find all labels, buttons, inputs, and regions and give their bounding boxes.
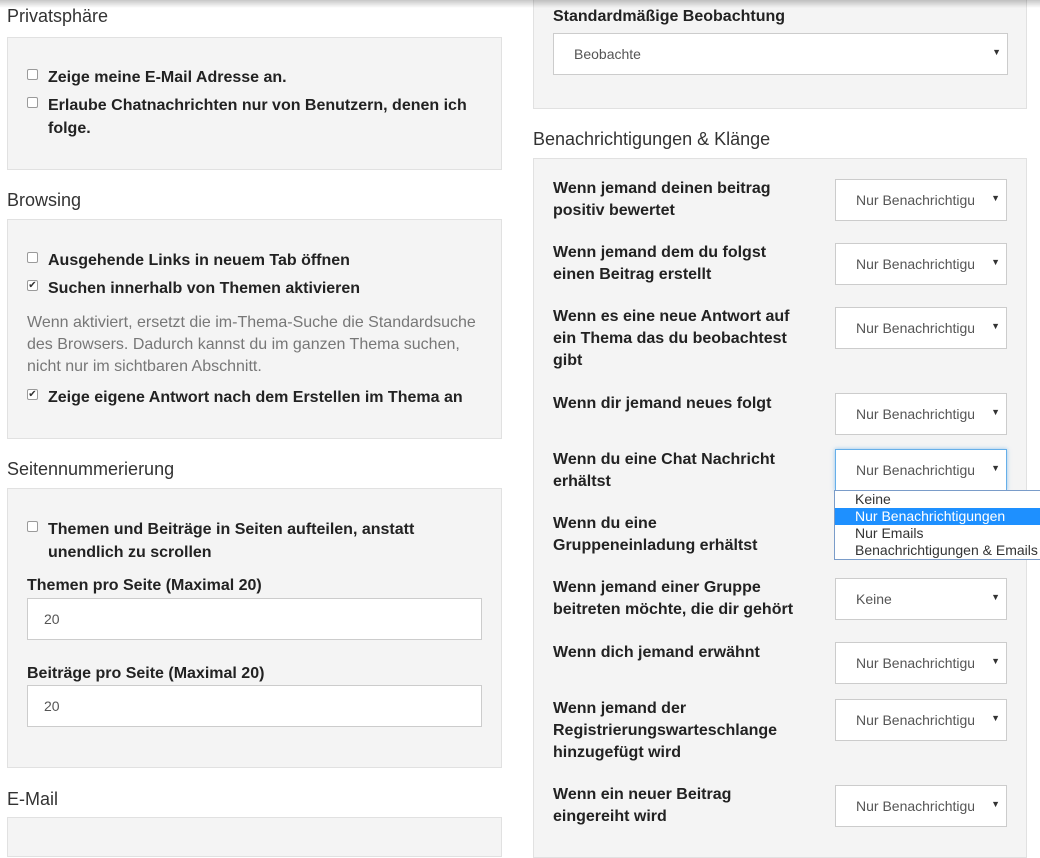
notif-select-chat[interactable]: Nur Benachrichtigungen ▼ — [835, 449, 1007, 491]
chat-followed-checkbox[interactable] — [27, 97, 38, 108]
topic-search-checkbox[interactable]: ✔ — [27, 280, 38, 291]
dropdown-option-none[interactable]: Keine — [835, 491, 1040, 508]
posts-per-page-input[interactable] — [27, 685, 482, 727]
topics-per-page-input[interactable] — [27, 598, 482, 640]
chat-followed-label: Erlaube Chatnachrichten nur von Benutzer… — [48, 97, 467, 137]
notif-value-registration-queue: Nur Benachrichtigungen — [856, 712, 974, 728]
notif-value-watched-reply: Nur Benachrichtigungen — [856, 320, 974, 336]
notif-value-queued-post: Nur Benachrichtigungen — [856, 798, 974, 814]
privacy-panel: Zeige meine E-Mail Adresse an. Erlaube C… — [7, 37, 502, 170]
topics-per-page-label: Themen pro Seite (Maximal 20) — [27, 577, 262, 594]
chevron-down-icon: ▼ — [992, 47, 1001, 57]
paginate-checkbox[interactable] — [27, 521, 38, 532]
chevron-down-icon: ▼ — [991, 713, 1000, 723]
notif-select-group-request[interactable]: Keine ▼ — [835, 578, 1007, 620]
email-panel — [7, 817, 502, 857]
chevron-down-icon: ▼ — [991, 799, 1000, 809]
notif-label-new-follower: Wenn dir jemand neues folgt — [553, 395, 772, 412]
email-title: E-Mail — [7, 789, 59, 809]
chevron-down-icon: ▼ — [991, 463, 1000, 473]
topic-search-help: Wenn aktiviert, ersetzt die im-Thema-Suc… — [27, 314, 476, 375]
notif-select-mention[interactable]: Nur Benachrichtigungen ▼ — [835, 642, 1007, 684]
notif-select-queued-post[interactable]: Nur Benachrichtigungen ▼ — [835, 785, 1007, 827]
posts-per-page-label: Beiträge pro Seite (Maximal 20) — [27, 665, 265, 682]
notif-select-like[interactable]: Nur Benachrichtigungen ▼ — [835, 179, 1007, 221]
chevron-down-icon: ▼ — [991, 592, 1000, 602]
notif-select-new-follower[interactable]: Nur Benachrichtigungen ▼ — [835, 393, 1007, 435]
notif-select-watched-reply[interactable]: Nur Benachrichtigungen ▼ — [835, 307, 1007, 349]
pagination-panel: Themen und Beiträge in Seiten aufteilen,… — [7, 488, 502, 768]
browsing-panel: Ausgehende Links in neuem Tab öffnen ✔ S… — [7, 219, 502, 439]
notif-label-followed-post: Wenn jemand dem du folgst einen Beitrag … — [553, 244, 767, 283]
default-watching-value: Beobachte — [574, 46, 641, 62]
notif-label-queued-post: Wenn ein neuer Beitrag eingereiht wird — [553, 786, 732, 825]
notif-label-watched-reply: Wenn es eine neue Antwort auf ein Thema … — [553, 308, 790, 369]
topic-search-label: Suchen innerhalb von Themen aktivieren — [48, 280, 361, 297]
pagination-title: Seitennummerierung — [7, 459, 175, 479]
browsing-title: Browsing — [7, 190, 82, 210]
paginate-label: Themen und Beiträge in Seiten aufteilen,… — [48, 521, 415, 561]
notifications-title: Benachrichtigungen & Klänge — [533, 129, 771, 149]
notif-value-group-request: Keine — [856, 591, 892, 607]
notif-value-like: Nur Benachrichtigungen — [856, 192, 974, 208]
dropdown-option-emails-only[interactable]: Nur Emails — [835, 525, 1040, 542]
notif-label-like: Wenn jemand deinen beitrag positiv bewer… — [553, 180, 771, 219]
notif-value-chat: Nur Benachrichtigungen — [856, 462, 974, 478]
notif-value-followed-post: Nur Benachrichtigungen — [856, 256, 974, 272]
dropdown-option-notifications-only[interactable]: Nur Benachrichtigungen — [835, 508, 1040, 525]
notif-label-registration-queue: Wenn jemand der Registrierungswarteschla… — [553, 700, 778, 761]
default-watching-select[interactable]: Beobachte ▼ — [553, 33, 1008, 75]
chevron-down-icon: ▼ — [991, 321, 1000, 331]
notif-select-followed-post[interactable]: Nur Benachrichtigungen ▼ — [835, 243, 1007, 285]
notif-select-registration-queue[interactable]: Nur Benachrichtigungen ▼ — [835, 699, 1007, 741]
chevron-down-icon: ▼ — [991, 193, 1000, 203]
notif-label-group-invite: Wenn du eine Gruppeneinladung erhältst — [553, 515, 758, 554]
notif-value-mention: Nur Benachrichtigungen — [856, 655, 974, 671]
privacy-title: Privatsphäre — [7, 6, 109, 26]
chevron-down-icon: ▼ — [991, 257, 1000, 267]
chevron-down-icon: ▼ — [991, 656, 1000, 666]
show-email-label: Zeige meine E-Mail Adresse an. — [48, 69, 287, 86]
watching-panel: Standardmäßige Beobachtung Beobachte ▼ — [533, 0, 1027, 109]
notif-label-chat: Wenn du eine Chat Nachricht erhältst — [553, 451, 775, 490]
notif-label-group-request: Wenn jemand einer Gruppe beitreten möcht… — [553, 579, 794, 618]
new-tab-label: Ausgehende Links in neuem Tab öffnen — [48, 252, 350, 269]
default-watching-label: Standardmäßige Beobachtung — [553, 8, 786, 25]
show-email-checkbox[interactable] — [27, 69, 38, 80]
show-own-reply-checkbox[interactable]: ✔ — [27, 389, 38, 400]
dropdown-option-notifications-and-emails[interactable]: Benachrichtigungen & Emails — [835, 542, 1040, 559]
show-own-reply-label: Zeige eigene Antwort nach dem Erstellen … — [48, 389, 463, 406]
chat-notification-dropdown[interactable]: Keine Nur Benachrichtigungen Nur Emails … — [834, 490, 1040, 560]
notif-value-new-follower: Nur Benachrichtigungen — [856, 406, 974, 422]
notif-label-mention: Wenn dich jemand erwähnt — [553, 644, 760, 661]
new-tab-checkbox[interactable] — [27, 252, 38, 263]
chevron-down-icon: ▼ — [991, 407, 1000, 417]
top-shadow — [0, 0, 1040, 8]
